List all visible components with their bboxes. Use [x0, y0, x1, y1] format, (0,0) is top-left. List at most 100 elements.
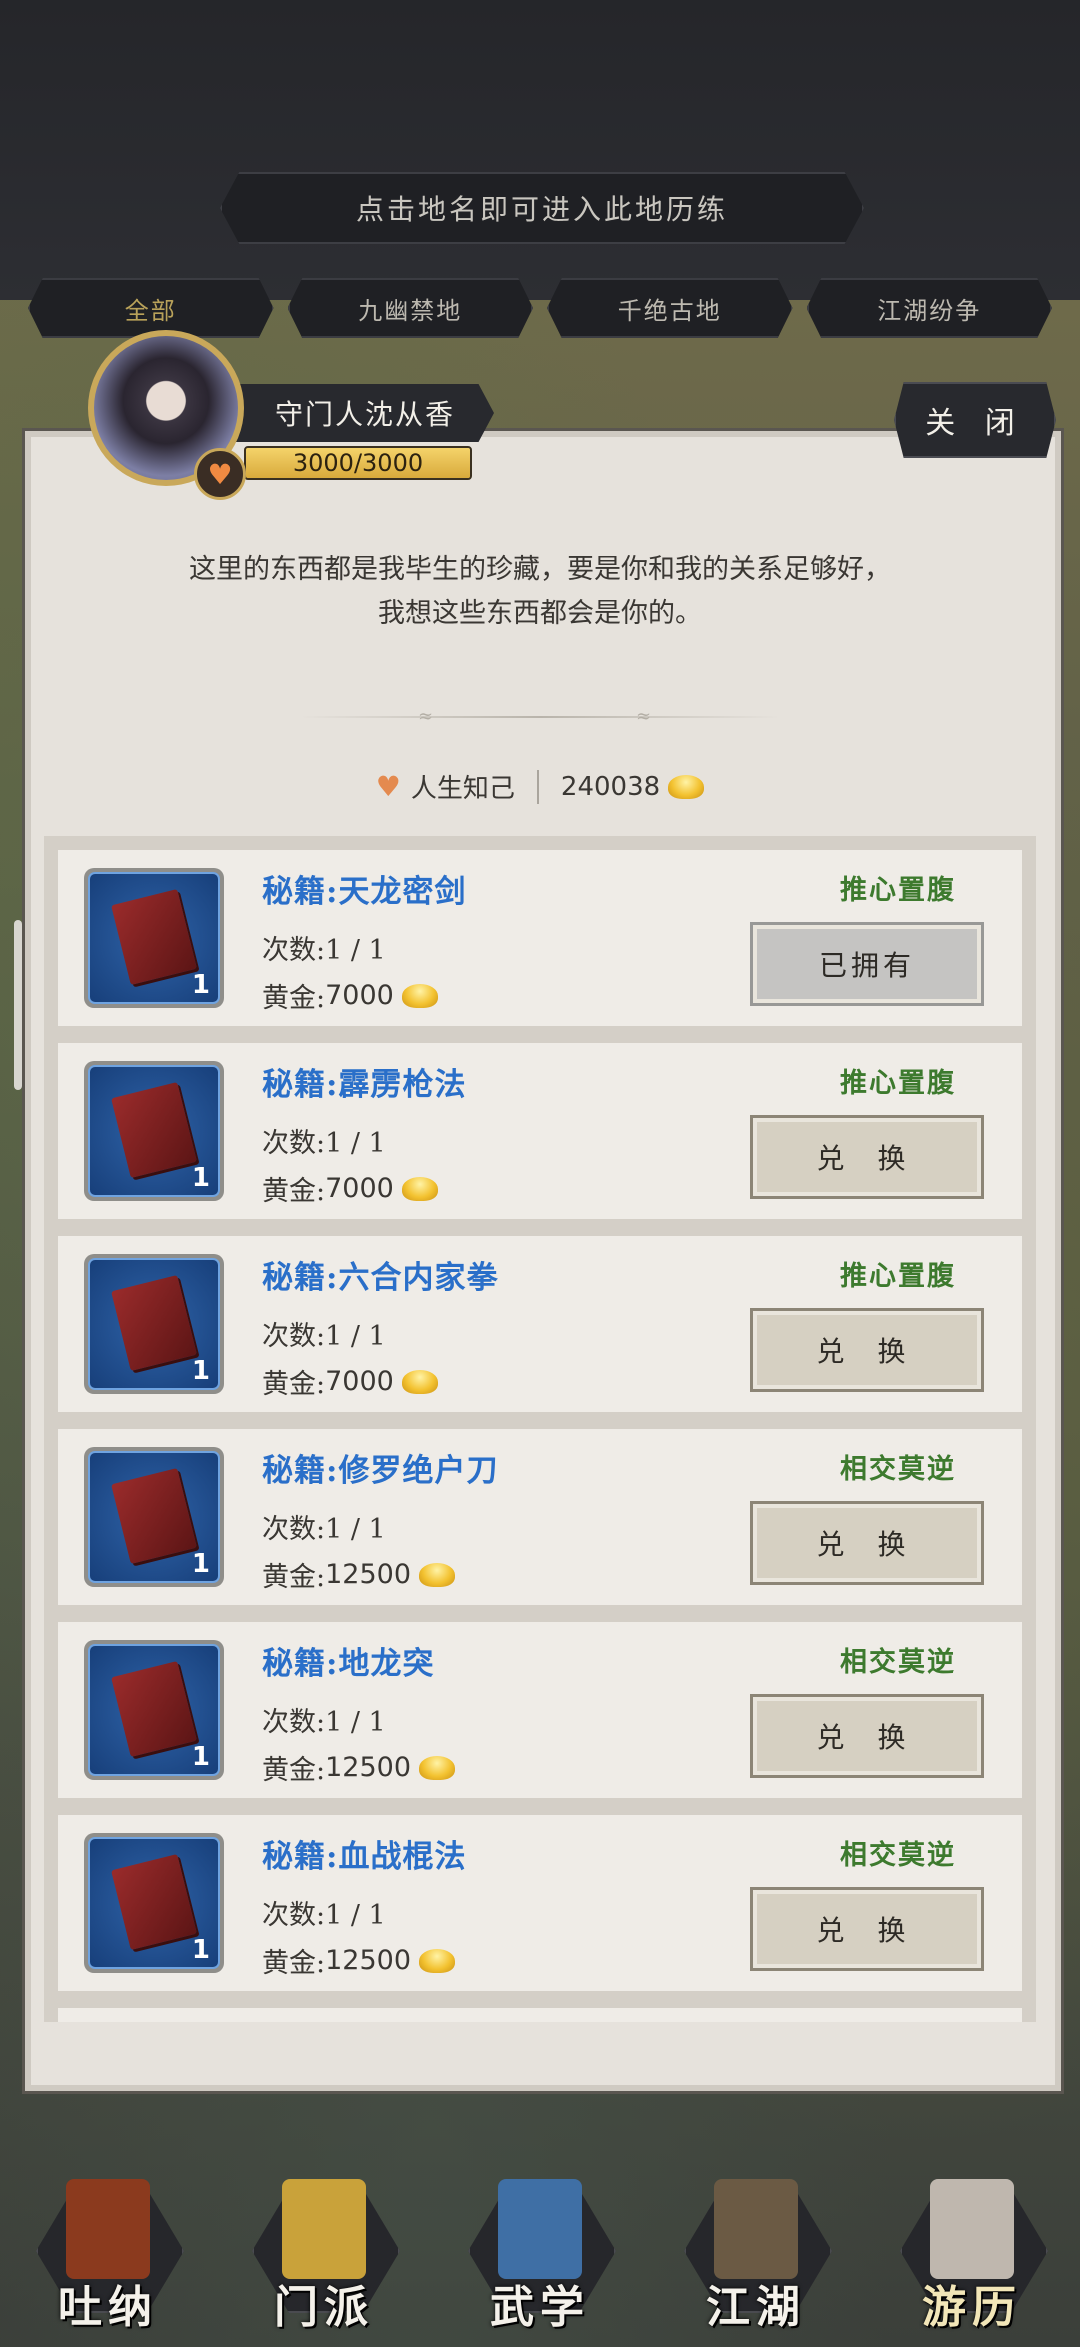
- item-name: 秘籍:六合内家拳: [262, 1260, 499, 1296]
- button-label: 兑 换: [816, 1721, 918, 1754]
- item-count: 次数:1 / 1: [262, 1128, 386, 1159]
- button-label: 兑 换: [816, 1528, 918, 1561]
- gold-ingot-icon: [401, 1176, 438, 1201]
- relation-requirement: 相交莫逆: [840, 1454, 956, 1485]
- list-item: 1 秘籍:修罗绝户刀 次数:1 / 1 黄金: 12500 相交莫逆 兑 换: [58, 1429, 1022, 1605]
- item-count: 次数:1 / 1: [262, 1707, 386, 1738]
- sect-banner-icon: [282, 2179, 366, 2279]
- manual-book-icon: 1: [88, 1451, 220, 1583]
- relation-requirement: 推心置腹: [840, 875, 956, 906]
- nav-item-3[interactable]: 武学: [450, 2149, 630, 2339]
- price-label: 黄金:: [262, 1755, 326, 1786]
- book-cover: [111, 888, 197, 986]
- nav-item-2[interactable]: 门派: [234, 2149, 414, 2339]
- dialogue-line-2: 我想这些东西都会是你的。: [378, 598, 702, 629]
- item-name: 秘籍:天龙密剑: [262, 874, 467, 910]
- relation-level: 人生知己: [410, 774, 515, 804]
- heart-icon: ♥: [194, 448, 246, 500]
- item-price: 黄金: 7000: [262, 1362, 438, 1401]
- item-quantity: 1: [191, 1163, 210, 1193]
- list-item: 1 秘籍:六合内家拳 次数:1 / 1 黄金: 7000 推心置腹 兑 换: [58, 1236, 1022, 1412]
- price-value: 12500: [325, 1559, 412, 1590]
- gold-ingot-icon: [401, 1369, 438, 1394]
- item-quantity: 1: [191, 970, 210, 1000]
- gold-ingot-icon: [668, 774, 705, 799]
- item-name: 秘籍:霹雳枪法: [262, 1067, 467, 1103]
- top-background: [0, 0, 1080, 300]
- exchange-button[interactable]: 兑 换: [750, 1308, 984, 1392]
- close-button[interactable]: 关 闭: [894, 382, 1056, 458]
- owned-button[interactable]: 已拥有: [750, 922, 984, 1006]
- relation-requirement: 相交莫逆: [840, 1647, 956, 1678]
- nav-item-4[interactable]: 江湖: [666, 2149, 846, 2339]
- item-count: 次数:1 / 1: [262, 935, 386, 966]
- item-name: 秘籍:地龙突: [262, 1646, 435, 1682]
- book-cover: [111, 1467, 197, 1565]
- item-quantity: 1: [191, 1742, 210, 1772]
- item-icon-frame[interactable]: 1: [84, 1254, 224, 1394]
- bamboo-hat-icon: [714, 2179, 798, 2279]
- manual-book-icon: 1: [88, 1258, 220, 1390]
- exchange-button[interactable]: 兑 换: [750, 1115, 984, 1199]
- price-label: 黄金:: [262, 1948, 326, 1979]
- relation-heart-icon: ♥: [375, 770, 401, 803]
- relationship-stats: ♥ 人生知己 240038: [0, 768, 1080, 805]
- npc-name: 守门人沈从香: [274, 398, 455, 431]
- item-count: 次数:1 / 1: [262, 1514, 386, 1545]
- gold-balance: 240038: [560, 771, 661, 802]
- book-cover: [111, 1274, 197, 1372]
- side-scroll-handle[interactable]: [14, 920, 22, 1090]
- item-price: 黄金: 7000: [262, 976, 438, 1015]
- item-quantity: 1: [191, 1356, 210, 1386]
- list-item: 1 秘籍:霹雳枪法 次数:1 / 1 黄金: 7000 推心置腹 兑 换: [58, 1043, 1022, 1219]
- martial-book-icon: [498, 2179, 582, 2279]
- manual-book-icon: 1: [88, 1644, 220, 1776]
- item-list[interactable]: 1 秘籍:天龙密剑 次数:1 / 1 黄金: 7000 推心置腹 已拥有 1 秘…: [44, 836, 1036, 2022]
- nav-label: 江湖: [706, 2282, 806, 2333]
- relation-requirement: 推心置腹: [840, 1068, 956, 1099]
- price-value: 12500: [325, 1945, 412, 1976]
- book-cover: [111, 1660, 197, 1758]
- item-count: 次数:1 / 1: [262, 1900, 386, 1931]
- item-icon-frame[interactable]: 1: [84, 868, 224, 1008]
- hint-banner: 点击地名即可进入此地历练: [220, 172, 864, 244]
- item-icon-frame[interactable]: 1: [84, 1447, 224, 1587]
- manual-book-icon: 1: [88, 1837, 220, 1969]
- book-cover: [111, 1081, 197, 1179]
- tab-qianjue[interactable]: 千绝古地: [547, 278, 793, 338]
- divider-ornament-right: ≈: [636, 706, 652, 727]
- region-tabs: 全部 九幽禁地 千绝古地 江湖纷争: [28, 278, 1052, 338]
- nav-item-5[interactable]: 游历: [882, 2149, 1062, 2339]
- hint-text: 点击地名即可进入此地历练: [355, 193, 728, 226]
- price-label: 黄金:: [262, 1369, 326, 1400]
- exchange-button[interactable]: 兑 换: [750, 1501, 984, 1585]
- gold-ingot-icon: [419, 1562, 456, 1587]
- item-icon-frame[interactable]: 1: [84, 1833, 224, 1973]
- favor-value: 3000/3000: [292, 449, 424, 477]
- gold-ingot-icon: [401, 983, 438, 1008]
- tab-jiuyou[interactable]: 九幽禁地: [287, 278, 533, 338]
- tab-jianghu-dispute[interactable]: 江湖纷争: [806, 278, 1052, 338]
- item-icon-frame[interactable]: 1: [84, 1640, 224, 1780]
- item-name: 秘籍:修罗绝户刀: [262, 1453, 499, 1489]
- price-label: 黄金:: [262, 983, 326, 1014]
- button-label: 兑 换: [816, 1335, 918, 1368]
- price-value: 7000: [325, 980, 394, 1011]
- price-label: 黄金:: [262, 1176, 326, 1207]
- relation-requirement: 相交莫逆: [840, 1840, 956, 1871]
- meditation-icon: [66, 2179, 150, 2279]
- relation-requirement: 推心置腹: [840, 1261, 956, 1292]
- horse-icon: [930, 2179, 1014, 2279]
- nav-label: 吐纳: [58, 2282, 158, 2333]
- list-item: [58, 2008, 1022, 2022]
- exchange-button[interactable]: 兑 换: [750, 1694, 984, 1778]
- exchange-button[interactable]: 兑 换: [750, 1887, 984, 1971]
- item-icon-frame[interactable]: 1: [84, 1061, 224, 1201]
- item-price: 黄金: 7000: [262, 1169, 438, 1208]
- book-cover: [111, 1853, 197, 1951]
- tab-all[interactable]: 全部: [28, 278, 274, 338]
- list-item: 1 秘籍:天龙密剑 次数:1 / 1 黄金: 7000 推心置腹 已拥有: [58, 850, 1022, 1026]
- nav-item-1[interactable]: 吐纳: [18, 2149, 198, 2339]
- price-label: 黄金:: [262, 1562, 326, 1593]
- close-label: 关 闭: [925, 406, 1025, 441]
